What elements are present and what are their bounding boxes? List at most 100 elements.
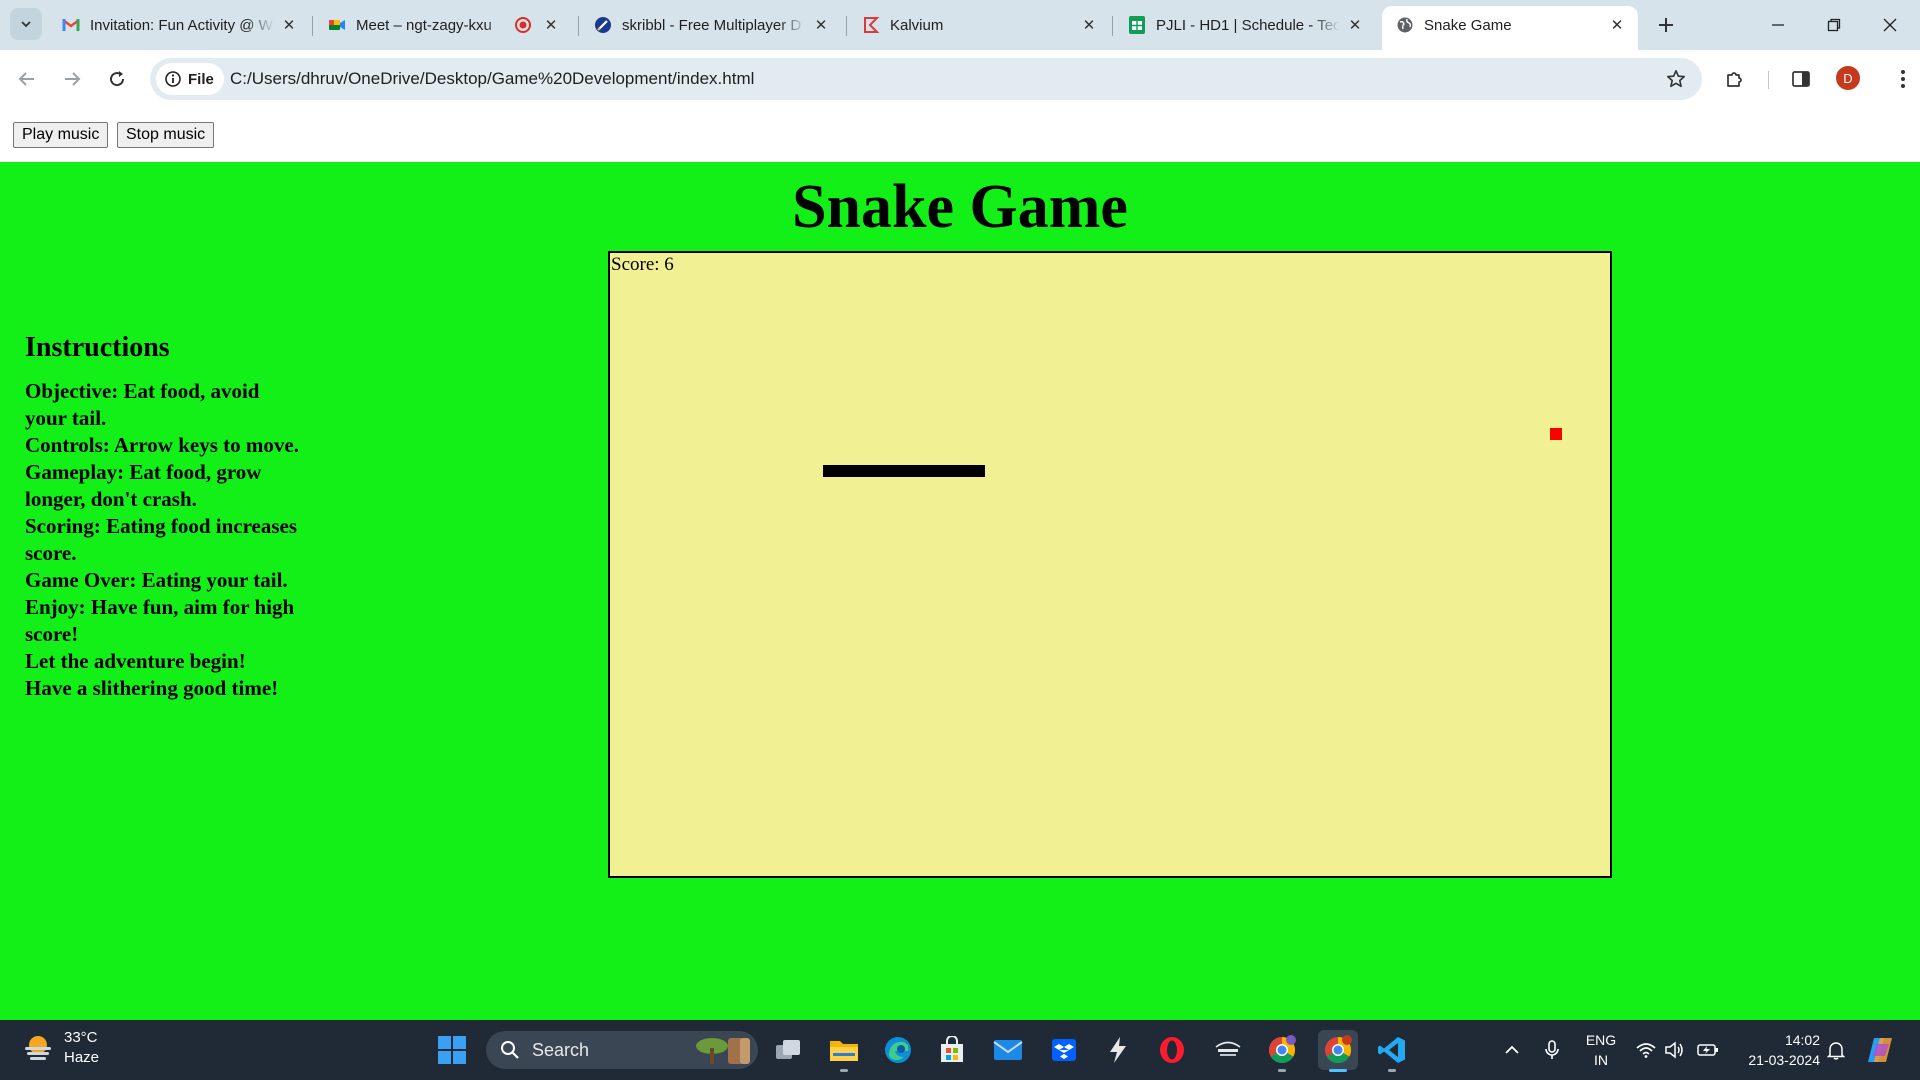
skribbl-icon [594,16,612,34]
battery-tray-button[interactable] [1696,1036,1720,1064]
start-button[interactable] [432,1030,472,1070]
site-info-chip[interactable]: File [156,63,224,95]
bookmark-button[interactable] [1660,63,1692,95]
music-controls: Play music Stop music [0,108,1920,162]
snake [823,465,985,477]
close-window-button[interactable] [1862,0,1918,50]
instruction-line: Let the adventure begin! [25,649,246,673]
tab-label: Snake Game [1424,16,1512,34]
vscode-icon [1378,1037,1405,1063]
taskbar-file-explorer[interactable] [824,1030,864,1072]
taskbar-search[interactable]: Search [486,1031,758,1069]
minimize-button[interactable] [1750,0,1806,50]
stop-music-button[interactable]: Stop music [117,122,215,148]
battery-charging-icon [1697,1044,1718,1056]
haze-sun-icon [25,1036,51,1060]
tab-kalvium[interactable]: Kalvium ✕ [848,6,1110,44]
tab-label: PJLI - HD1 | Schedule - Tec [1156,16,1340,34]
reload-button[interactable] [100,62,134,96]
taskbar-opera[interactable] [1152,1030,1192,1070]
mail-icon [993,1040,1023,1060]
language-indicator[interactable]: ENG IN [1584,1030,1618,1070]
close-icon [1883,18,1897,32]
tab-strip: Invitation: Fun Activity @ W ✕ Meet – ng… [0,0,1920,50]
instruction-line: Objective: Eat food, avoid your tail. [25,379,260,430]
wifi-tray-button[interactable] [1634,1036,1658,1064]
tab-close-icon[interactable]: ✕ [1346,16,1364,34]
tab-separator [1112,16,1113,36]
tab-close-icon[interactable]: ✕ [1080,16,1098,34]
restore-button[interactable] [1806,0,1862,50]
toolbar-divider [1768,71,1769,89]
region-code: IN [1594,1052,1608,1068]
taskbar-mail[interactable] [988,1030,1028,1070]
address-bar[interactable]: File C:/Users/dhruv/OneDrive/Desktop/Gam… [150,58,1702,100]
weather-widget[interactable]: 33°C Haze [22,1028,99,1068]
page-title: Snake Game [792,173,1128,241]
copilot-button[interactable] [1864,1036,1898,1064]
menu-button[interactable] [1886,62,1920,96]
chevron-down-icon [21,21,31,28]
instruction-line: Gameplay: Eat food, grow longer, don't c… [25,460,262,511]
folder-icon [830,1041,858,1061]
tab-close-icon[interactable]: ✕ [812,16,830,34]
tab-close-icon[interactable]: ✕ [1608,16,1626,34]
show-hidden-icons-button[interactable] [1500,1036,1524,1064]
instructions-heading: Instructions [25,332,170,363]
instructions-panel: Instructions Objective: Eat food, avoid … [25,332,305,702]
back-button[interactable] [10,62,44,96]
game-area: Snake Game Instructions Objective: Eat f… [0,162,1920,1020]
profile-avatar[interactable]: D [1836,66,1860,90]
taskbar-disney-hotstar[interactable] [1208,1030,1248,1070]
taskbar-microsoft-store[interactable] [932,1030,972,1070]
taskbar-chrome-profile-2[interactable] [1318,1030,1358,1072]
tab-label: Meet – ngt-zagy-kxu [356,16,492,34]
score-display: Score: 6 [611,254,674,275]
volume-tray-button[interactable] [1662,1036,1686,1064]
extensions-button[interactable] [1718,62,1752,96]
restore-icon [1827,18,1841,32]
tab-gmail-invitation[interactable]: Invitation: Fun Activity @ W ✕ [48,6,310,44]
tab-google-sheets[interactable]: PJLI - HD1 | Schedule - Tec ✕ [1114,6,1376,44]
food [1550,428,1562,440]
page-viewport: Play music Stop music Snake Game Instruc… [0,108,1920,1020]
tab-separator [312,16,313,36]
speaker-icon [1665,1041,1683,1059]
tab-snake-game[interactable]: Snake Game ✕ [1382,6,1638,50]
taskbar-vscode[interactable] [1372,1030,1412,1072]
instruction-line: Enjoy: Have fun, aim for high score! [25,595,295,646]
instruction-line: Scoring: Eating food increases score. [25,514,298,565]
task-view-button[interactable] [768,1030,808,1070]
edge-icon [885,1037,911,1063]
new-tab-button[interactable] [1651,10,1681,40]
taskbar-chrome-profile-1[interactable] [1262,1030,1302,1072]
url-text[interactable]: C:/Users/dhruv/OneDrive/Desktop/Game%20D… [230,58,754,100]
side-panel-button[interactable] [1784,62,1818,96]
weather-condition: Haze [64,1049,100,1066]
hotstar-icon [1215,1041,1241,1056]
instruction-line: Game Over: Eating your tail. [25,568,288,592]
taskbar-dropbox[interactable] [1044,1030,1084,1070]
taskbar-app-swift[interactable] [1098,1030,1138,1070]
microphone-tray-button[interactable] [1540,1036,1564,1064]
forward-button[interactable] [55,62,89,96]
tab-label: skribbl - Free Multiplayer D [622,16,802,34]
tab-google-meet[interactable]: Meet – ngt-zagy-kxu ✕ [314,6,572,44]
search-placeholder: Search [532,1039,590,1060]
active-indicator [1329,1069,1347,1072]
instruction-line: Controls: Arrow keys to move. [25,433,299,457]
notifications-button[interactable] [1824,1036,1848,1064]
tab-close-icon[interactable]: ✕ [542,16,560,34]
taskbar-edge[interactable] [878,1030,918,1070]
chrome-icon [1268,1035,1296,1064]
clock[interactable]: 14:02 21-03-2024 [1738,1030,1820,1070]
tab-label: Kalvium [890,16,944,34]
running-indicator [840,1069,848,1072]
clock-time: 14:02 [1784,1032,1820,1048]
play-music-button[interactable]: Play music [13,122,109,148]
game-board[interactable]: Score: 6 [608,251,1612,878]
tab-close-icon[interactable]: ✕ [280,16,298,34]
tab-skribbl[interactable]: skribbl - Free Multiplayer D ✕ [580,6,842,44]
tab-search-button[interactable] [10,8,42,40]
info-icon [164,70,182,88]
